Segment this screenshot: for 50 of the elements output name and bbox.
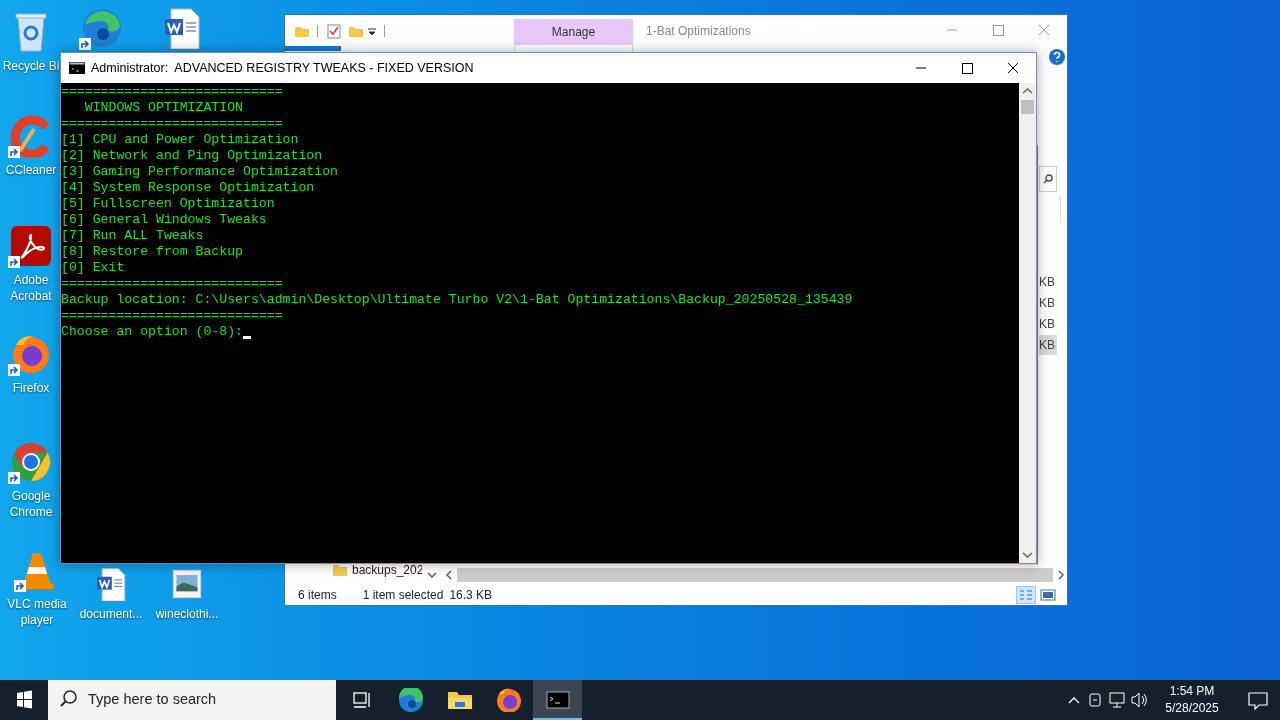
properties-icon[interactable] <box>326 23 342 39</box>
horizontal-scrollbar[interactable] <box>457 568 1053 582</box>
console-line: [7] Run ALL Tweaks <box>61 228 205 244</box>
ribbon-tab[interactable]: Manage <box>514 19 633 45</box>
firefox-icon <box>495 688 522 712</box>
console-line: ============================ <box>61 308 284 324</box>
search-field[interactable]: Type here to search <box>48 680 336 720</box>
status-text: 1 item selected <box>362 587 444 604</box>
pdf-icon[interactable] <box>10 225 52 267</box>
vertical-scrollbar[interactable] <box>1019 83 1036 563</box>
clock[interactable]: 1:54 PM 5/28/2025 <box>1154 683 1230 717</box>
console-line: ============================ <box>61 84 284 100</box>
search-placeholder: Type here to search <box>88 690 217 710</box>
dropdown-icon[interactable] <box>367 26 377 36</box>
console-line: WINDOWS OPTIMIZATION <box>83 100 245 116</box>
console-line: [1] CPU and Power Optimization <box>61 132 300 148</box>
word-document-icon[interactable] <box>94 567 128 601</box>
console-icon <box>69 62 85 74</box>
console-line: [0] Exit <box>61 260 126 276</box>
window-title: 1-Bat Optimizations <box>646 23 751 40</box>
status-text: 16.3 KB <box>449 587 493 604</box>
window-title: Administrator: ADVANCED REGISTRY TWEAKS - FIXED VERSION <box>91 59 474 77</box>
console-line: [3] Gaming Performance Optimization <box>61 164 339 180</box>
scroll-down-icon[interactable] <box>427 571 437 579</box>
console-line: [8] Restore from Backup <box>61 244 245 260</box>
search-field[interactable] <box>1039 166 1057 192</box>
image-file-icon[interactable] <box>170 567 204 601</box>
edge-icon <box>397 688 424 712</box>
console-line: [2] Network and Ping Optimization <box>61 148 324 164</box>
console-line: [5] Fullscreen Optimization <box>61 196 276 212</box>
taskbar-app-button[interactable] <box>533 680 582 720</box>
status-text: 6 items <box>298 587 337 604</box>
file-size-cell[interactable]: KB <box>1039 335 1057 355</box>
console-line: [4] System Response Optimization <box>61 180 316 196</box>
edge-icon[interactable] <box>81 7 123 49</box>
console-prompt: Choose an option (0-8): <box>61 324 245 340</box>
console-line: ============================ <box>61 276 284 292</box>
firefox-icon[interactable] <box>10 333 52 375</box>
tiles-view-icon[interactable] <box>1038 586 1058 604</box>
task-view-icon <box>352 691 371 709</box>
ccleaner-icon[interactable] <box>10 115 52 157</box>
search-icon <box>1043 174 1053 184</box>
console-line: Backup location: C:\Users\admin\Desktop\Ultimate Turbo V2\1-Bat Optimizations\Backup_20250528_135439 <box>61 292 854 308</box>
help-icon[interactable] <box>1049 49 1065 65</box>
console-line: [6] General Windows Tweaks <box>61 212 268 228</box>
console-icon <box>544 688 571 712</box>
folder-name[interactable]: backups_202 <box>352 561 422 579</box>
chrome-icon[interactable] <box>10 441 52 483</box>
scrollbar-thumb[interactable] <box>1021 100 1034 114</box>
console-line: ============================ <box>61 116 284 132</box>
